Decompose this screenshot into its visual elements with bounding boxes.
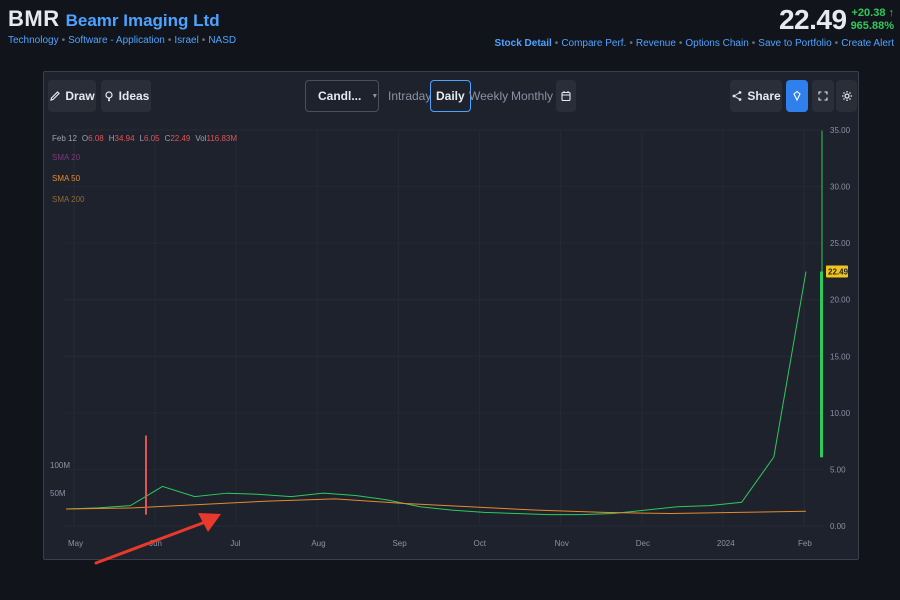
calendar-button[interactable] <box>556 80 576 112</box>
calendar-icon <box>561 91 571 102</box>
sma50-label[interactable]: SMA 50 <box>52 174 80 183</box>
legend-volume: 116.83M <box>206 134 238 143</box>
settings-button[interactable] <box>836 80 857 112</box>
y-tick-label: 5.00 <box>830 465 846 474</box>
y-tick-label: 35.00 <box>830 126 851 135</box>
save-to-portfolio-link[interactable]: Save to Portfolio <box>758 38 831 49</box>
sma200-label[interactable]: SMA 200 <box>52 195 84 204</box>
draw-label: Draw <box>65 89 95 103</box>
lightbulb-icon <box>105 91 113 102</box>
legend-close: 22.49 <box>170 134 191 143</box>
share-icon <box>732 91 742 101</box>
quote-links: Stock Detail • Compare Perf. • Revenue •… <box>494 38 894 49</box>
ideas-button[interactable]: Ideas <box>101 80 151 112</box>
options-chain-link[interactable]: Options Chain <box>685 38 748 49</box>
header-right: 22.49 +20.38 ↑ 965.88% Stock Detail • Co… <box>495 4 894 49</box>
pencil-icon <box>50 91 61 101</box>
up-arrow-icon: ↑ <box>888 7 895 19</box>
compare-perf-link[interactable]: Compare Perf. <box>561 38 626 49</box>
gear-icon <box>841 91 852 101</box>
country-link[interactable]: Israel <box>174 35 198 46</box>
x-tick-label: Feb <box>798 539 812 548</box>
x-tick-label: Oct <box>474 539 487 548</box>
y-tick-label: 20.00 <box>830 296 851 305</box>
y-tick-label: 0.00 <box>830 522 846 531</box>
volume-tick-label: 50M <box>50 489 66 498</box>
diamond-icon <box>793 90 801 102</box>
header-left: BMR Beamr Imaging Ltd Technology • Softw… <box>8 6 236 46</box>
last-price: 22.49 <box>778 4 847 35</box>
spike-candle-body <box>820 271 823 458</box>
y-tick-label: 30.00 <box>830 183 851 192</box>
x-tick-label: Aug <box>311 539 325 548</box>
x-tick-label: Jul <box>230 539 240 548</box>
tab-daily[interactable]: Daily <box>430 80 471 112</box>
stock-detail-link[interactable]: Stock Detail <box>495 38 552 49</box>
change-percent: 965.88% <box>850 20 894 32</box>
company-name-link[interactable]: Beamr Imaging Ltd <box>66 11 220 31</box>
sma20-label[interactable]: SMA 20 <box>52 153 80 162</box>
share-label: Share <box>747 89 781 103</box>
tab-intraday[interactable]: Intraday <box>388 80 431 112</box>
draw-button[interactable]: Draw <box>48 80 96 112</box>
y-tick-label: 15.00 <box>830 352 851 361</box>
share-button[interactable]: Share <box>730 80 782 112</box>
sector-link[interactable]: Technology <box>8 35 59 46</box>
volume-tick-label: 100M <box>50 461 70 470</box>
chart-panel: Draw Ideas Candl... ▼ Intraday Daily Wee… <box>43 71 859 560</box>
chart-area[interactable]: 35.00 30.00 25.00 20.00 15.00 10.00 5.00 0.00 Ma… <box>44 120 858 559</box>
chart-type-select[interactable]: Candl... ▼ <box>305 80 379 112</box>
x-tick-label: May <box>68 539 83 548</box>
revenue-link[interactable]: Revenue <box>636 38 676 49</box>
y-tick-label: 25.00 <box>830 239 851 248</box>
fullscreen-button[interactable] <box>812 80 834 112</box>
x-tick-label: Nov <box>555 539 569 548</box>
legend-open: 6.08 <box>88 134 104 143</box>
x-tick-label: 2024 <box>717 539 735 548</box>
industry-link[interactable]: Software - Application <box>68 35 165 46</box>
price-chart[interactable]: 35.00 30.00 25.00 20.00 15.00 10.00 5.00 0.00 Ma… <box>44 120 858 559</box>
sector-breadcrumb: Technology • Software - Application • Is… <box>8 35 237 46</box>
chevron-down-icon: ▼ <box>371 92 379 100</box>
chart-type-label: Candl... <box>318 89 362 103</box>
ideas-label: Ideas <box>118 89 150 103</box>
x-tick-label: Sep <box>392 539 407 548</box>
tab-weekly[interactable]: Weekly <box>469 80 508 112</box>
last-price-marker-label: 22.49 <box>828 268 849 277</box>
y-tick-label: 10.00 <box>830 409 851 418</box>
price-trace <box>65 271 807 516</box>
fullscreen-icon <box>818 91 828 101</box>
x-tick-label: Jun <box>149 539 162 548</box>
legend-high: 34.94 <box>114 134 135 143</box>
ohlc-legend: Feb 12 O6.08 H34.94 L6.05 C22.49 Vol116.… <box>52 134 238 143</box>
create-alert-link[interactable]: Create Alert <box>841 38 894 49</box>
legend-date: Feb 12 <box>52 134 77 143</box>
premium-button[interactable] <box>786 80 808 112</box>
price-change: +20.38 ↑ 965.88% <box>851 7 894 33</box>
x-tick-label: Dec <box>636 539 650 548</box>
exchange-link[interactable]: NASD <box>208 35 236 46</box>
change-value: +20.38 <box>851 7 886 19</box>
chart-toolbar: Draw Ideas Candl... ▼ Intraday Daily Wee… <box>44 72 858 120</box>
legend-low: 6.05 <box>143 134 160 143</box>
ticker-symbol: BMR <box>8 6 60 31</box>
tab-monthly[interactable]: Monthly <box>511 80 553 112</box>
